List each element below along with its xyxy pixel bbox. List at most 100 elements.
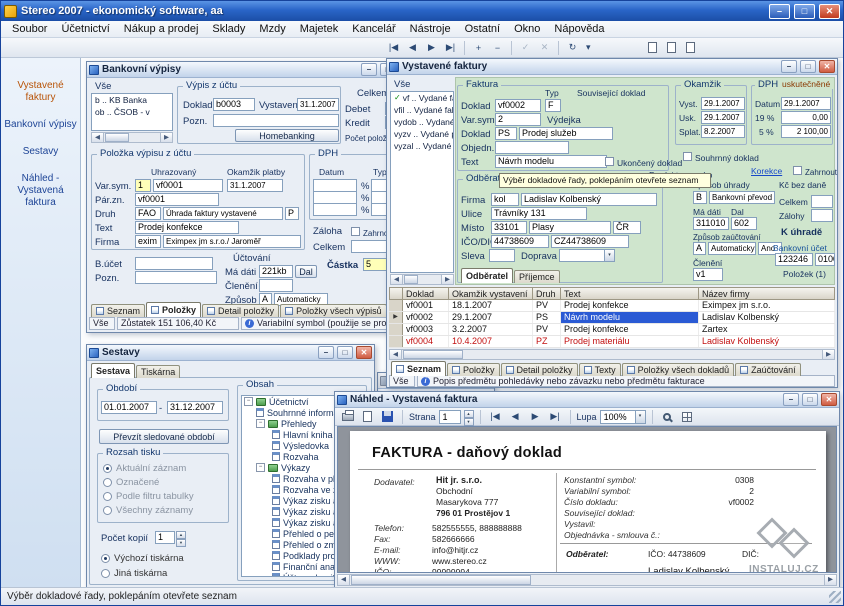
scroll-thumb[interactable] (404, 275, 418, 284)
cleneni-field[interactable]: v1 (693, 268, 723, 281)
firma-code-field[interactable]: kol (491, 193, 519, 206)
parzn-field[interactable]: vf0001 (135, 193, 219, 206)
col-okamzik[interactable]: Okamžik vystavení (449, 287, 533, 300)
bank-filter-all[interactable]: Vše (95, 81, 111, 92)
sheet-icon[interactable] (663, 40, 680, 55)
cleneni-field[interactable] (259, 279, 293, 292)
bank-tab[interactable]: Položky (146, 302, 201, 317)
scroll-left-button[interactable]: ◀ (338, 575, 350, 585)
invoices-tab[interactable]: Položky (447, 363, 500, 376)
app-close-button[interactable]: ✕ (819, 4, 840, 19)
invoices-tab[interactable]: Seznam (391, 361, 446, 376)
expander-icon[interactable]: − (256, 463, 265, 472)
cell-firma[interactable]: Eximpex jm s.r.o. (699, 300, 835, 311)
usk-field[interactable]: 29.1.2007 (701, 111, 745, 124)
page-setup-button[interactable] (359, 409, 376, 424)
homebanking-button[interactable]: Homebanking (235, 129, 339, 142)
preview-minimize-button[interactable]: – (783, 393, 799, 406)
ukonceny-checkbox[interactable] (605, 157, 614, 166)
scroll-track[interactable] (130, 133, 160, 142)
zahrnout-checkbox[interactable] (351, 227, 360, 236)
dropdown-icon[interactable]: ▾ (604, 250, 614, 261)
sidebar-item[interactable]: Sestavy (4, 146, 77, 158)
dropdown-icon[interactable]: ▾ (635, 411, 645, 423)
souhrnny-checkbox[interactable] (683, 152, 692, 161)
statement-vystaven-field[interactable]: 31.1.2007 (297, 98, 339, 111)
confirm-button[interactable]: ✓ (517, 40, 534, 56)
dph-date-field[interactable] (313, 203, 357, 216)
ulice-field[interactable]: Trávníky 131 (491, 207, 587, 220)
scroll-right-button[interactable]: ▶ (822, 350, 834, 359)
col-druh[interactable]: Druh (533, 287, 561, 300)
next-page-button[interactable]: ▶ (527, 409, 544, 425)
page-number-field[interactable]: 1 (439, 410, 461, 424)
scroll-right-button[interactable]: ▶ (824, 575, 836, 585)
nav-first-button[interactable]: |◀ (385, 40, 402, 56)
sleva-field[interactable] (489, 249, 515, 262)
firma-name-field[interactable]: Ladislav Kolbenský (521, 193, 657, 206)
menu-item[interactable]: Nápověda (547, 22, 611, 36)
reports-maximize-button[interactable]: □ (337, 346, 353, 359)
page-spinner[interactable]: ▲▼ (464, 410, 474, 424)
menu-item[interactable]: Nákup a prodej (117, 22, 206, 36)
series-scrollbar[interactable]: ◀ ▶ (390, 274, 454, 285)
doprava-field[interactable]: ▾ (559, 249, 615, 262)
preview-close-button[interactable]: ✕ (821, 393, 837, 406)
dph-datum-field[interactable]: 29.1.2007 (781, 97, 831, 110)
app-maximize-button[interactable]: □ (794, 4, 815, 19)
invoice-series-item[interactable]: vyzal .. Vydané za (391, 140, 453, 152)
uhrada-code-field[interactable]: B (693, 191, 707, 204)
refresh-dropdown-button[interactable]: ▾ (583, 40, 594, 56)
banka-field[interactable]: 0100 (815, 253, 835, 266)
dic-field[interactable]: CZ44738609 (551, 235, 629, 248)
reports-close-button[interactable]: ✕ (356, 346, 372, 359)
col-doklad[interactable]: Doklad (403, 287, 449, 300)
scroll-track[interactable] (532, 575, 824, 585)
bank-account-item[interactable]: ob .. ČSOB - v (92, 106, 172, 118)
bank-tab[interactable]: Seznam (91, 304, 145, 317)
period-from-field[interactable]: 01.01.2007 (101, 401, 157, 414)
madati-field[interactable]: 311010 (693, 217, 729, 230)
invoices-tab[interactable]: Položky všech dokladů (622, 363, 735, 376)
zalohy-field[interactable] (811, 209, 833, 222)
invoices-window-titlebar[interactable]: Vystavené faktury – □ ✕ (387, 59, 837, 75)
spin-down-icon[interactable]: ▼ (464, 418, 474, 426)
invoices-minimize-button[interactable]: – (781, 60, 797, 73)
app-minimize-button[interactable]: – (769, 4, 790, 19)
invoice-row-overdue[interactable]: vf0004 10.4.2007 PZ Prodej materiálu Lad… (389, 336, 835, 348)
cell-datum[interactable]: 18.1.2007 (449, 300, 533, 311)
cell-doklad[interactable]: vf0003 (403, 324, 449, 335)
menu-item[interactable]: Soubor (5, 22, 54, 36)
sheet-icon[interactable] (644, 40, 661, 55)
bank-minimize-button[interactable]: – (361, 63, 377, 76)
zoom-tool-button[interactable] (659, 409, 676, 424)
scroll-left-button[interactable]: ◀ (390, 350, 402, 359)
copies-spinner[interactable]: ▲▼ (176, 531, 186, 545)
invoice-doklad-field[interactable]: vf0002 (495, 99, 541, 112)
cell-doklad[interactable]: vf0001 (403, 300, 449, 311)
print-range-radio[interactable]: Označené (103, 475, 225, 489)
dal-button[interactable]: Dal (295, 265, 317, 278)
save-button[interactable] (379, 409, 396, 424)
last-page-button[interactable]: ▶| (547, 409, 564, 425)
statement-pozn-field[interactable] (213, 114, 339, 127)
druh-p-field[interactable]: P (285, 207, 299, 220)
nav-last-button[interactable]: ▶| (442, 40, 459, 56)
prijemce-tab[interactable]: Příjemce (514, 270, 560, 283)
vyst-field[interactable]: 29.1.2007 (701, 97, 745, 110)
reports-window-titlebar[interactable]: Sestavy – □ ✕ (87, 345, 374, 361)
bank-tab[interactable]: Detail položky (202, 304, 279, 317)
invoice-typ-field[interactable]: F (545, 99, 561, 112)
reports-tab[interactable]: Sestava (91, 363, 135, 378)
sidebar-item[interactable]: Vystavené faktury (4, 80, 77, 104)
scroll-track[interactable] (419, 275, 441, 284)
resize-grip[interactable] (829, 591, 841, 603)
korekce-link[interactable]: Korekce (751, 166, 782, 177)
add-record-button[interactable]: + (470, 40, 487, 56)
dph-19-field[interactable]: 0,00 (781, 111, 831, 124)
expander-icon[interactable]: − (244, 397, 253, 406)
item-pozn-field[interactable] (135, 271, 217, 284)
refresh-button[interactable]: ↻ (564, 40, 581, 56)
varsym-field[interactable]: 1 (135, 179, 151, 192)
madati-field[interactable]: 221kb (259, 265, 293, 278)
